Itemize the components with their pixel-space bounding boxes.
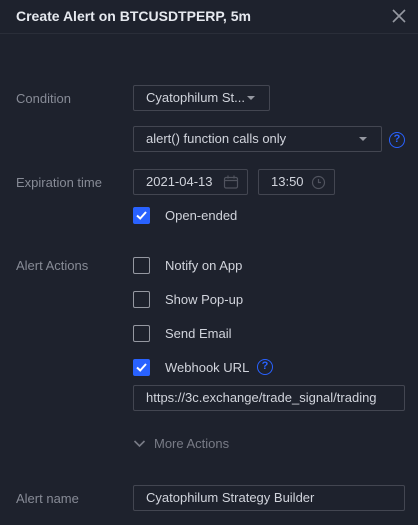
- alert-name-input[interactable]: Cyatophilum Strategy Builder: [133, 485, 405, 511]
- notify-on-app-label: Notify on App: [165, 258, 243, 273]
- webhook-url-label: Webhook URL: [165, 360, 250, 375]
- indicator-select[interactable]: Cyatophilum St...: [133, 85, 270, 111]
- date-input[interactable]: 2021-04-13: [133, 169, 248, 195]
- date-value: 2021-04-13: [146, 174, 213, 189]
- chevron-down-icon: [359, 137, 367, 141]
- dialog-title: Create Alert on BTCUSDTPERP, 5m: [16, 8, 251, 24]
- calendar-icon: [223, 175, 239, 189]
- alert-name-value: Cyatophilum Strategy Builder: [146, 490, 315, 505]
- send-email-checkbox[interactable]: [133, 325, 150, 342]
- open-ended-checkbox[interactable]: [133, 207, 150, 224]
- show-popup-checkbox[interactable]: [133, 291, 150, 308]
- open-ended-label: Open-ended: [165, 208, 238, 223]
- alert-actions-label: Alert Actions: [16, 258, 89, 273]
- trigger-select[interactable]: alert() function calls only: [133, 126, 382, 152]
- close-icon[interactable]: [390, 7, 408, 25]
- clock-icon: [311, 175, 326, 190]
- condition-label: Condition: [16, 91, 71, 106]
- more-actions-label: More Actions: [154, 436, 230, 451]
- webhook-url-checkbox[interactable]: [133, 359, 150, 376]
- question-circle-icon[interactable]: ?: [257, 359, 273, 375]
- webhook-url-value: https://3c.exchange/trade_signal/trading: [146, 390, 377, 405]
- dialog-header: Create Alert on BTCUSDTPERP, 5m: [0, 0, 418, 34]
- send-email-label: Send Email: [165, 326, 232, 341]
- time-value: 13:50: [271, 174, 304, 189]
- checkmark-icon: [136, 211, 147, 220]
- checkmark-icon: [136, 363, 147, 372]
- show-popup-label: Show Pop-up: [165, 292, 244, 307]
- trigger-select-value: alert() function calls only: [146, 131, 287, 146]
- chevron-down-icon: [247, 96, 255, 100]
- indicator-select-value: Cyatophilum St...: [146, 90, 245, 105]
- webhook-url-input[interactable]: https://3c.exchange/trade_signal/trading: [133, 385, 405, 411]
- chevron-down-icon: [133, 440, 146, 448]
- time-input[interactable]: 13:50: [258, 169, 335, 195]
- notify-on-app-checkbox[interactable]: [133, 257, 150, 274]
- alert-name-label: Alert name: [16, 491, 79, 506]
- expiration-label: Expiration time: [16, 175, 102, 190]
- question-circle-icon[interactable]: ?: [389, 132, 405, 148]
